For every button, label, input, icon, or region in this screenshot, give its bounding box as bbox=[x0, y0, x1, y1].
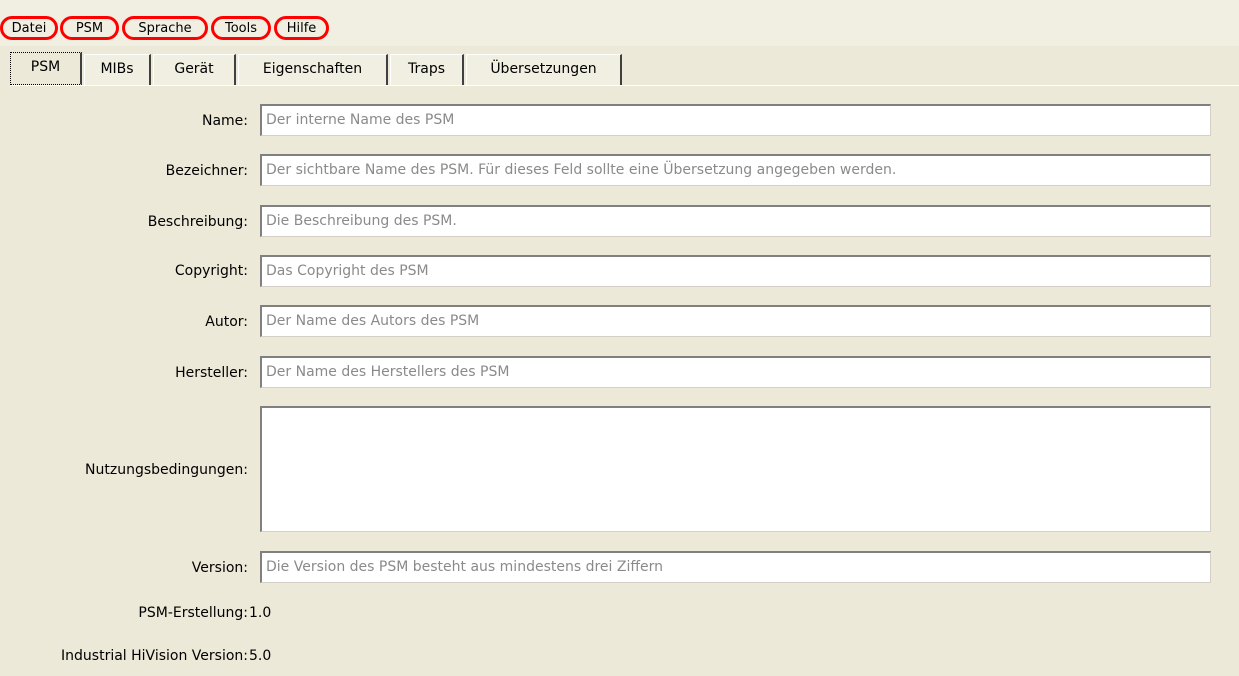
autor-input[interactable]: Der Name des Autors des PSM bbox=[260, 305, 1211, 337]
version-label: Version: bbox=[191, 560, 248, 576]
autor-label: Autor: bbox=[205, 314, 248, 330]
hersteller-label: Hersteller: bbox=[175, 365, 248, 381]
tab-geraet[interactable]: Gerät bbox=[153, 54, 236, 85]
menu-psm[interactable]: PSM bbox=[60, 16, 119, 40]
menu-datei[interactable]: Datei bbox=[0, 16, 58, 40]
menu-hilfe[interactable]: Hilfe bbox=[274, 16, 329, 40]
name-label: Name: bbox=[201, 113, 248, 129]
psm-erstellung-label: PSM-Erstellung: bbox=[138, 605, 248, 621]
bezeichner-input[interactable]: Der sichtbare Name des PSM. Für dieses F… bbox=[260, 154, 1211, 186]
hivision-version-value: 5.0 bbox=[249, 648, 272, 664]
copyright-label: Copyright: bbox=[174, 263, 248, 279]
menu-sprache[interactable]: Sprache bbox=[122, 16, 208, 40]
tab-uebersetzungen[interactable]: Übersetzungen bbox=[466, 54, 622, 85]
version-input[interactable]: Die Version des PSM besteht aus mindeste… bbox=[260, 551, 1211, 583]
tab-traps[interactable]: Traps bbox=[390, 54, 464, 85]
menu-tools[interactable]: Tools bbox=[211, 16, 271, 40]
tab-mibs[interactable]: MIBs bbox=[84, 54, 151, 85]
hersteller-input[interactable]: Der Name des Herstellers des PSM bbox=[260, 356, 1211, 388]
bezeichner-label: Bezeichner: bbox=[165, 163, 248, 179]
psm-erstellung-value: 1.0 bbox=[249, 605, 272, 621]
tab-divider bbox=[10, 85, 1239, 86]
nutzungsbedingungen-label: Nutzungsbedingungen: bbox=[85, 462, 248, 478]
beschreibung-label: Beschreibung: bbox=[147, 214, 248, 230]
tab-psm[interactable]: PSM bbox=[10, 52, 82, 85]
tab-eigenschaften[interactable]: Eigenschaften bbox=[238, 54, 388, 85]
copyright-input[interactable]: Das Copyright des PSM bbox=[260, 255, 1211, 287]
name-input[interactable]: Der interne Name des PSM bbox=[260, 104, 1211, 136]
hivision-version-label: Industrial HiVision Version: bbox=[61, 648, 248, 664]
beschreibung-input[interactable]: Die Beschreibung des PSM. bbox=[260, 205, 1211, 237]
nutzungsbedingungen-textarea[interactable] bbox=[260, 406, 1211, 532]
menu-bar: Datei PSM Sprache Tools Hilfe bbox=[0, 0, 1239, 46]
